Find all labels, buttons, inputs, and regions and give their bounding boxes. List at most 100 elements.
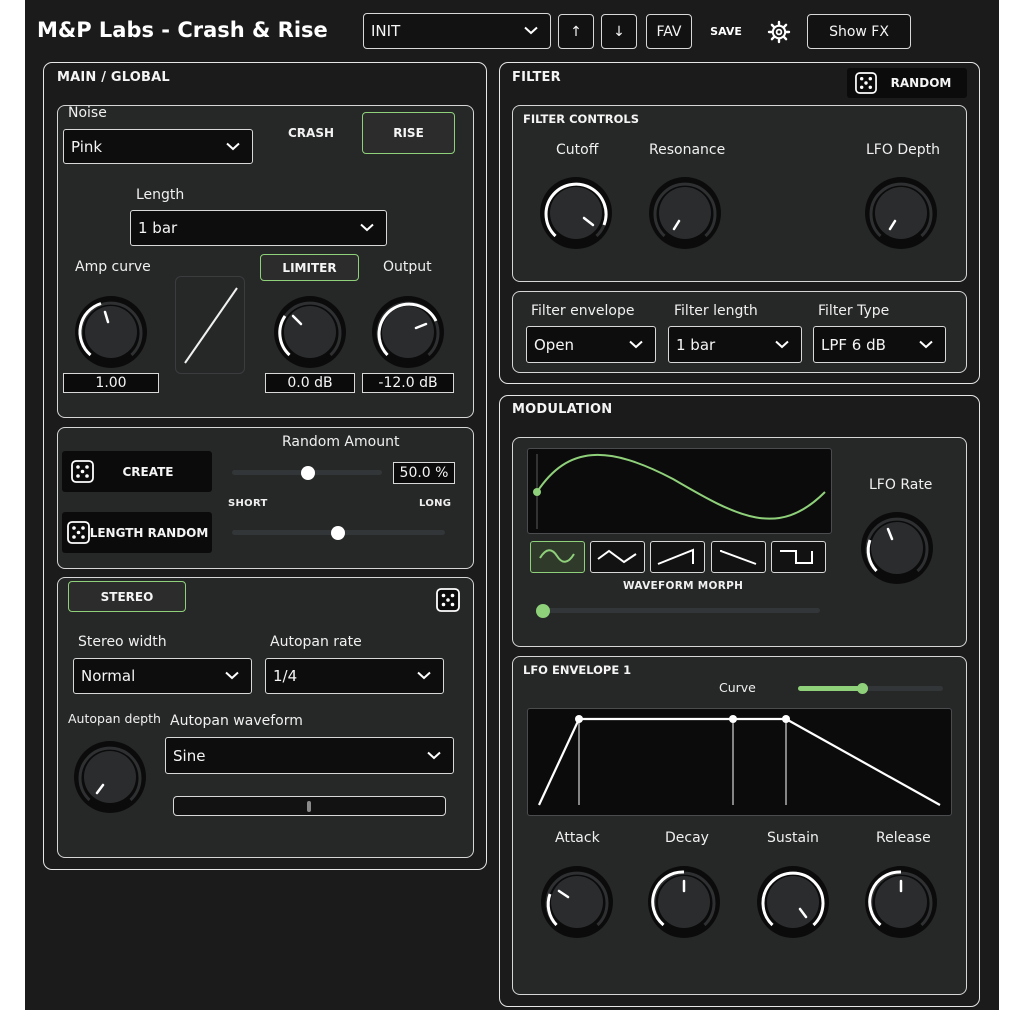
- chevron-down-icon: [225, 671, 239, 680]
- amp-curve-display: [175, 276, 245, 374]
- lfo-rate-knob[interactable]: [859, 510, 935, 586]
- plugin-window: M&P Labs - Crash & Rise INIT ↑ ↓ FAV SAV…: [25, 0, 999, 1010]
- rise-button[interactable]: RISE: [362, 112, 455, 154]
- noise-label: Noise: [68, 105, 107, 121]
- lfo-depth-knob[interactable]: [863, 175, 939, 251]
- lfo-depth-label: LFO Depth: [866, 142, 940, 158]
- filter-type-value: LPF 6 dB: [821, 335, 886, 354]
- amp-curve-value: 1.00: [63, 373, 159, 393]
- filter-envelope-dropdown[interactable]: Open: [526, 326, 656, 363]
- waveform-square-button[interactable]: [771, 541, 826, 573]
- amp-curve-label: Amp curve: [75, 259, 151, 275]
- lfo-envelope-title: LFO ENVELOPE 1: [523, 663, 632, 677]
- preset-down-button[interactable]: ↓: [601, 14, 637, 49]
- sustain-knob[interactable]: [755, 864, 831, 940]
- random-amount-value[interactable]: 50.0 %: [393, 462, 455, 484]
- length-random-button[interactable]: LENGTH RANDOM: [62, 512, 212, 553]
- length-value: 1 bar: [138, 219, 178, 237]
- filter-length-dropdown[interactable]: 1 bar: [668, 326, 802, 363]
- crash-button[interactable]: CRASH: [277, 112, 345, 154]
- filter-random-button[interactable]: RANDOM: [847, 68, 967, 98]
- fav-button[interactable]: FAV: [646, 14, 692, 49]
- filter-controls-title: FILTER CONTROLS: [523, 112, 640, 126]
- envelope-editor[interactable]: [527, 708, 952, 816]
- dice-icon: [71, 460, 94, 483]
- chevron-down-icon: [226, 142, 240, 150]
- preset-dropdown[interactable]: INIT: [363, 13, 551, 49]
- attack-knob[interactable]: [539, 864, 615, 940]
- filter-type-dropdown[interactable]: LPF 6 dB: [813, 326, 946, 363]
- autopan-rate-dropdown[interactable]: 1/4: [265, 658, 444, 694]
- stereo-width-dropdown[interactable]: Normal: [73, 658, 252, 694]
- noise-value: Pink: [71, 137, 103, 156]
- autopan-depth-label: Autopan depth: [68, 711, 161, 726]
- sine-wave-icon: [539, 549, 575, 563]
- decay-knob[interactable]: [646, 864, 722, 940]
- lfo-waveform-display: [527, 448, 832, 534]
- lfo-waveform-graph: [533, 454, 826, 529]
- gear-icon: [767, 20, 791, 43]
- short-label: SHORT: [228, 498, 268, 509]
- save-button[interactable]: SAVE: [699, 14, 753, 49]
- filter-length-value: 1 bar: [676, 335, 716, 354]
- chevron-down-icon: [417, 671, 431, 680]
- waveform-morph-label: WAVEFORM MORPH: [623, 580, 744, 592]
- cutoff-label: Cutoff: [556, 142, 599, 158]
- output-value: -12.0 dB: [362, 373, 454, 393]
- length-range-thumb[interactable]: [331, 526, 345, 540]
- cutoff-knob[interactable]: [538, 175, 614, 251]
- curve-label: Curve: [719, 680, 756, 695]
- resonance-knob[interactable]: [647, 175, 723, 251]
- limiter-button[interactable]: LIMITER: [260, 254, 359, 281]
- modulation-title: MODULATION: [512, 402, 613, 417]
- settings-button[interactable]: [761, 14, 797, 49]
- stereo-width-label: Stereo width: [78, 634, 167, 650]
- show-fx-button[interactable]: Show FX: [807, 14, 911, 49]
- filter-envelope-label: Filter envelope: [531, 303, 635, 319]
- create-label: CREATE: [122, 464, 174, 479]
- dice-icon: [855, 72, 877, 94]
- create-button[interactable]: CREATE: [62, 451, 212, 492]
- lfo-rate-label: LFO Rate: [869, 477, 933, 493]
- stereo-random-dice-icon[interactable]: [436, 588, 460, 612]
- dice-icon: [67, 521, 90, 544]
- waveform-saw-down-button[interactable]: [711, 541, 766, 573]
- filter-title: FILTER: [512, 70, 561, 85]
- autopan-waveform-dropdown[interactable]: Sine: [165, 737, 454, 774]
- random-amount-thumb[interactable]: [301, 466, 315, 480]
- waveform-saw-up-button[interactable]: [650, 541, 705, 573]
- autopan-waveform-value: Sine: [173, 746, 206, 765]
- square-wave-icon: [780, 550, 813, 564]
- waveform-triangle-button[interactable]: [590, 541, 645, 573]
- app-title: M&P Labs - Crash & Rise: [37, 18, 328, 42]
- length-dropdown[interactable]: 1 bar: [130, 210, 387, 246]
- stereo-button[interactable]: STEREO: [68, 581, 186, 612]
- curve-thumb[interactable]: [857, 683, 868, 694]
- chevron-down-icon: [775, 340, 789, 348]
- sustain-label: Sustain: [767, 830, 819, 846]
- noise-dropdown[interactable]: Pink: [63, 129, 253, 164]
- autopan-position-slider[interactable]: [173, 796, 446, 816]
- chevron-down-icon: [524, 26, 538, 35]
- autopan-rate-label: Autopan rate: [270, 634, 362, 650]
- waveform-sine-button[interactable]: [530, 541, 585, 573]
- output-knob[interactable]: [370, 294, 446, 370]
- chevron-down-icon: [427, 751, 441, 759]
- chevron-down-icon: [919, 340, 933, 348]
- amp-curve-knob[interactable]: [73, 294, 149, 370]
- length-label: Length: [136, 187, 185, 203]
- random-amount-label: Random Amount: [282, 434, 400, 450]
- release-knob[interactable]: [863, 864, 939, 940]
- autopan-depth-knob[interactable]: [72, 739, 148, 815]
- output-label: Output: [383, 259, 432, 275]
- waveform-morph-thumb[interactable]: [536, 604, 550, 618]
- main-global-title: MAIN / GLOBAL: [57, 70, 170, 85]
- resonance-label: Resonance: [649, 142, 726, 158]
- chevron-down-icon: [360, 223, 374, 232]
- preset-up-button[interactable]: ↑: [558, 14, 594, 49]
- autopan-position-handle[interactable]: [307, 801, 311, 812]
- limiter-knob[interactable]: [272, 294, 348, 370]
- filter-length-label: Filter length: [674, 303, 758, 319]
- waveform-morph-track[interactable]: [538, 608, 820, 613]
- autopan-rate-value: 1/4: [273, 667, 298, 685]
